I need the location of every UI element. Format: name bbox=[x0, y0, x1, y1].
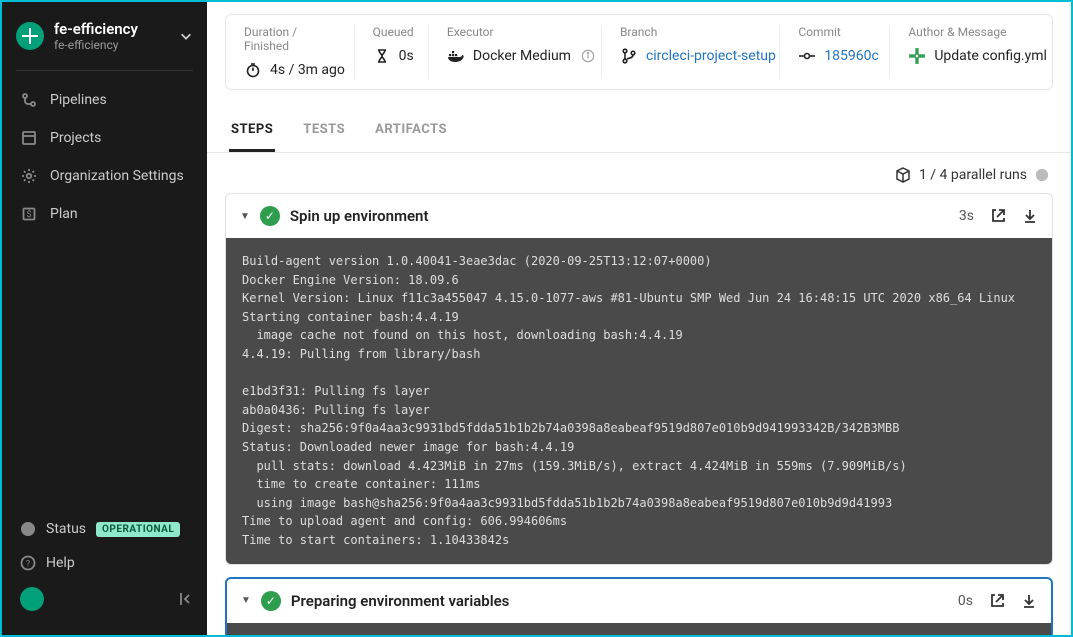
sidebar-item-label: Pipelines bbox=[50, 92, 107, 108]
project-name: fe-efficiency bbox=[54, 20, 169, 38]
chevron-down-icon bbox=[179, 29, 193, 43]
step-log[interactable]: Using build environment variables: BASH_… bbox=[227, 623, 1051, 636]
open-external-icon[interactable] bbox=[989, 593, 1005, 609]
svg-text:$: $ bbox=[26, 209, 31, 220]
tabs: STEPS TESTS ARTIFACTS bbox=[207, 110, 1071, 153]
pipelines-icon bbox=[20, 91, 38, 109]
tab-tests[interactable]: TESTS bbox=[301, 110, 347, 152]
step-item: ▼ ✓ Preparing environment variables 0s U… bbox=[225, 577, 1053, 636]
step-title: Preparing environment variables bbox=[291, 592, 509, 610]
status-icon bbox=[20, 521, 36, 537]
tab-artifacts[interactable]: ARTIFACTS bbox=[373, 110, 449, 152]
sidebar-item-plan[interactable]: $ Plan bbox=[2, 195, 207, 233]
meta-author: Author & Message Update config.yml bbox=[890, 25, 1052, 79]
project-switcher[interactable]: fe-efficiency fe-efficiency bbox=[2, 14, 207, 66]
stopwatch-icon bbox=[244, 61, 262, 79]
open-external-icon[interactable] bbox=[990, 208, 1006, 224]
branch-icon bbox=[620, 47, 638, 65]
project-icon bbox=[16, 22, 44, 50]
cube-icon bbox=[895, 167, 911, 183]
sidebar-status[interactable]: Status OPERATIONAL bbox=[2, 513, 207, 545]
commit-icon bbox=[798, 47, 816, 65]
job-meta-bar: Duration / Finished 4s / 3m ago Queued 0… bbox=[225, 14, 1053, 90]
step-header[interactable]: ▼ ✓ Preparing environment variables 0s bbox=[227, 579, 1051, 623]
sidebar: fe-efficiency fe-efficiency Pipelines Pr… bbox=[2, 2, 207, 635]
step-title: Spin up environment bbox=[290, 207, 429, 225]
status-label: Status bbox=[46, 521, 86, 537]
sidebar-help[interactable]: ? Help bbox=[2, 547, 207, 579]
meta-branch: Branch circleci-project-setup bbox=[602, 25, 780, 79]
sidebar-item-label: Plan bbox=[50, 206, 78, 222]
download-icon[interactable] bbox=[1021, 593, 1037, 609]
caret-down-icon: ▼ bbox=[241, 595, 251, 606]
meta-queued: Queued 0s bbox=[355, 25, 429, 79]
gear-icon bbox=[20, 167, 38, 185]
step-duration: 3s bbox=[959, 208, 974, 224]
steps-list: ▼ ✓ Spin up environment 3s Build-agent v… bbox=[207, 193, 1071, 635]
success-icon: ✓ bbox=[260, 206, 280, 226]
step-item: ▼ ✓ Spin up environment 3s Build-agent v… bbox=[225, 193, 1053, 565]
info-icon[interactable] bbox=[579, 47, 597, 65]
sidebar-item-pipelines[interactable]: Pipelines bbox=[2, 81, 207, 119]
info-icon[interactable] bbox=[1035, 168, 1049, 182]
step-log[interactable]: Build-agent version 1.0.40041-3eae3dac (… bbox=[226, 238, 1052, 564]
meta-duration: Duration / Finished 4s / 3m ago bbox=[226, 25, 355, 79]
projects-icon bbox=[20, 129, 38, 147]
avatar[interactable] bbox=[20, 587, 44, 611]
step-header[interactable]: ▼ ✓ Spin up environment 3s bbox=[226, 194, 1052, 238]
help-label: Help bbox=[46, 555, 75, 571]
sidebar-item-label: Organization Settings bbox=[50, 168, 184, 184]
collapse-sidebar-icon[interactable] bbox=[177, 591, 193, 607]
download-icon[interactable] bbox=[1022, 208, 1038, 224]
tab-steps[interactable]: STEPS bbox=[229, 110, 275, 152]
branch-link[interactable]: circleci-project-setup bbox=[646, 48, 776, 64]
help-icon: ? bbox=[20, 555, 36, 571]
sidebar-item-org-settings[interactable]: Organization Settings bbox=[2, 157, 207, 195]
parallel-runs: 1 / 4 parallel runs bbox=[207, 153, 1071, 193]
status-badge: OPERATIONAL bbox=[96, 522, 180, 537]
docker-icon bbox=[447, 47, 465, 65]
caret-down-icon: ▼ bbox=[240, 211, 250, 222]
sidebar-item-projects[interactable]: Projects bbox=[2, 119, 207, 157]
main-content: Duration / Finished 4s / 3m ago Queued 0… bbox=[207, 2, 1071, 635]
svg-text:?: ? bbox=[26, 560, 30, 570]
meta-executor: Executor Docker Medium bbox=[429, 25, 602, 79]
step-duration: 0s bbox=[958, 593, 973, 609]
plan-icon: $ bbox=[20, 205, 38, 223]
author-icon bbox=[908, 47, 926, 65]
meta-commit: Commit 185960c bbox=[780, 25, 890, 79]
hourglass-icon bbox=[373, 47, 391, 65]
success-icon: ✓ bbox=[261, 591, 281, 611]
sidebar-item-label: Projects bbox=[50, 130, 101, 146]
commit-link[interactable]: 185960c bbox=[824, 48, 879, 64]
project-sub: fe-efficiency bbox=[54, 38, 169, 52]
